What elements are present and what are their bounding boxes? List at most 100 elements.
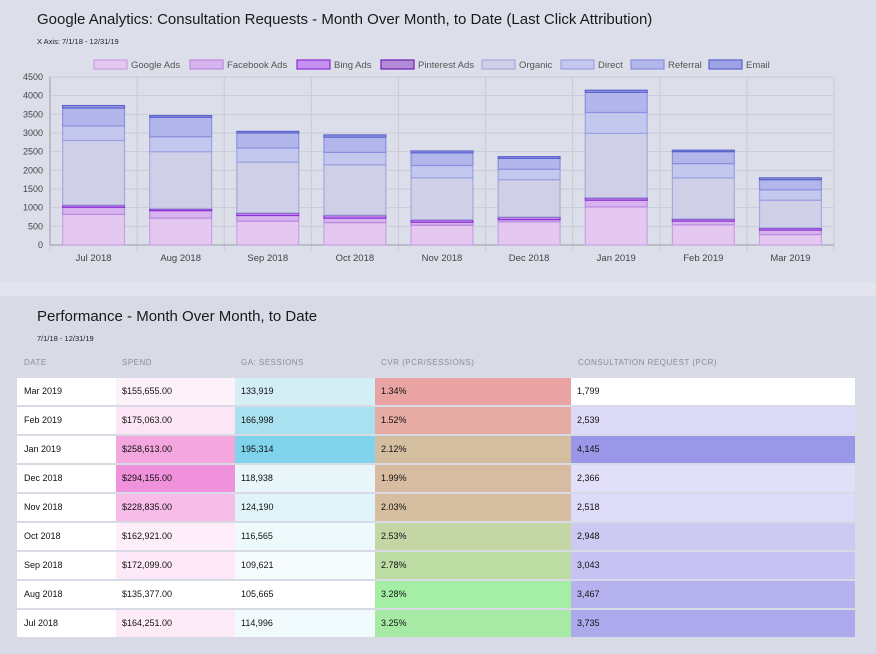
cell-pcr: 2,539 [571,407,855,434]
legend-swatch [708,59,743,70]
bar-segment [323,136,387,154]
bar-segment [236,130,300,134]
cell-cvr: 2.78% [375,552,571,579]
cell-sessions: 133,919 [235,378,375,405]
bar-segment [149,217,213,246]
table-row: Mar 2019 $155,655.00 133,919 1.34% 1,799 [17,378,855,405]
cell-sessions: 195,314 [235,436,375,463]
bar-segment [236,161,300,214]
cell-cvr: 3.28% [375,581,571,608]
cell-cvr: 2.53% [375,523,571,550]
cell-spend: $258,613.00 [116,436,235,463]
bar-segment [62,125,126,142]
y-tick-label: 1500 [23,184,43,194]
bar-segment [497,156,561,159]
y-tick-label: 500 [28,221,43,231]
cell-spend: $155,655.00 [116,378,235,405]
y-tick-label: 4000 [23,91,43,101]
cell-spend: $228,835.00 [116,494,235,521]
column-header-date[interactable]: DATE [24,358,47,367]
cell-sessions: 109,621 [235,552,375,579]
bar-segment [149,210,213,219]
x-tick-label: Dec 2018 [509,253,550,264]
table-row: Feb 2019 $175,063.00 166,998 1.52% 2,539 [17,407,855,434]
table-row: Jan 2019 $258,613.00 195,314 2.12% 4,145 [17,436,855,463]
bar-segment [584,89,648,93]
bar-segment [758,229,822,236]
bar-segment [323,217,387,224]
cell-cvr: 3.25% [375,610,571,637]
y-tick-label: 3000 [23,128,43,138]
cell-sessions: 166,998 [235,407,375,434]
bar-segment [323,151,387,166]
table-row: Nov 2018 $228,835.00 124,190 2.03% 2,518 [17,494,855,521]
x-tick-label: Sep 2018 [247,253,288,264]
cell-sessions: 124,190 [235,494,375,521]
cell-pcr: 3,467 [571,581,855,608]
bar-segment [584,206,648,246]
bar-segment [671,151,735,165]
cell-cvr: 2.03% [375,494,571,521]
bar-segment [236,220,300,246]
legend-swatch [189,59,224,70]
y-tick-label: 2500 [23,147,43,157]
bar-segment [410,164,474,179]
bar-segment [758,233,822,246]
bar-segment [236,132,300,149]
bar-segment [410,224,474,246]
legend-label: Referral [668,60,702,71]
legend-label: Google Ads [131,60,180,71]
x-tick-label: Jul 2018 [76,253,112,264]
legend-swatch [93,59,128,70]
x-tick-label: Jan 2019 [597,253,636,264]
bar-segment [758,199,822,229]
legend-label: Email [746,60,770,71]
bar-segment [410,152,474,167]
bar-segment [149,136,213,153]
column-header-sessions[interactable]: GA: SESSIONS [241,358,304,367]
bar-segment [671,149,735,153]
chart-panel: Google Analytics: Consultation Requests … [0,0,876,282]
cell-pcr: 2,948 [571,523,855,550]
bar-segment [410,150,474,154]
column-header-pcr[interactable]: CONSULTATION REQUEST (PCR) [578,358,717,367]
bar-segment [62,107,126,127]
cell-cvr: 2.12% [375,436,571,463]
y-tick-label: 1000 [23,203,43,213]
cell-pcr: 3,043 [571,552,855,579]
cell-pcr: 1,799 [571,378,855,405]
cell-spend: $175,063.00 [116,407,235,434]
table-row: Sep 2018 $172,099.00 109,621 2.78% 3,043 [17,552,855,579]
column-header-spend[interactable]: SPEND [122,358,152,367]
panel-divider [0,282,876,296]
bar-segment [497,179,561,218]
bar-segment [323,222,387,246]
legend-label: Pinterest Ads [418,60,474,71]
table-row: Aug 2018 $135,377.00 105,665 3.28% 3,467 [17,581,855,608]
x-tick-label: Oct 2018 [336,253,375,264]
bar-segment [758,177,822,181]
x-tick-label: Feb 2019 [683,253,723,264]
y-tick-label: 0 [38,240,43,250]
legend-swatch [481,59,516,70]
legend-label: Organic [519,60,553,71]
bar-segment [149,116,213,138]
bar-segment [497,168,561,181]
bar-segment [236,147,300,163]
column-header-cvr[interactable]: CVR (PCR/SESSIONS) [381,358,474,367]
bar-segment [62,139,126,206]
bar-segment [62,213,126,246]
legend-label: Facebook Ads [227,60,287,71]
bar-segment [323,164,387,216]
bar-segment [497,221,561,246]
legend-swatch [380,59,415,70]
bar-segment [410,177,474,221]
bar-segment [236,214,300,222]
table-title: Performance - Month Over Month, to Date [37,308,318,325]
cell-sessions: 114,996 [235,610,375,637]
bar-segment [671,163,735,179]
cell-spend: $172,099.00 [116,552,235,579]
bar-segment [584,91,648,114]
legend-swatch [630,59,665,70]
bar-segment [584,132,648,199]
